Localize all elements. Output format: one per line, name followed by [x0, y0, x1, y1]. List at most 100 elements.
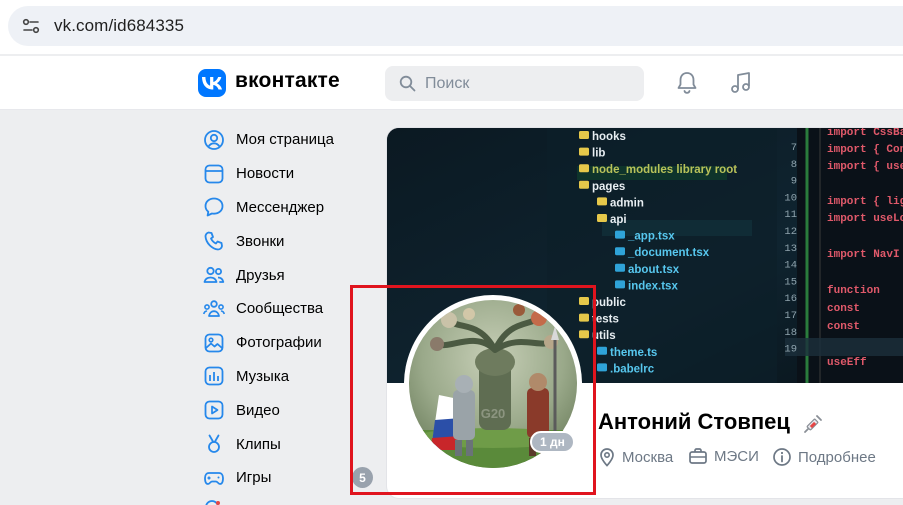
clips-icon: [208, 434, 220, 453]
cover-code-line: tests: [592, 314, 619, 326]
file-icon: [615, 263, 625, 272]
cover-code-line: theme.ts: [610, 347, 657, 359]
video-icon: [204, 400, 224, 420]
sidebar-item-clips[interactable]: Клипы: [200, 427, 360, 461]
folder-icon: [597, 214, 607, 222]
sidebar-item-label: Видео: [236, 401, 280, 419]
left-sidebar: Моя страница Новости Мессенджер Звонки Д…: [200, 123, 360, 495]
vk-header: вконтакте: [0, 56, 903, 110]
cover-source-line: function: [827, 285, 880, 297]
file-icon: [615, 230, 625, 239]
cover-code-line: api: [610, 214, 627, 226]
sidebar-item-video[interactable]: Видео: [200, 393, 360, 427]
cover-source-line: const: [827, 303, 860, 315]
phone-icon: [204, 231, 223, 251]
profile-more-button[interactable]: Подробнее: [772, 447, 876, 467]
file-icon: [597, 346, 607, 355]
vk-wordmark[interactable]: вконтакте: [235, 69, 340, 93]
news-icon: [204, 164, 224, 184]
cover-line-number: 19: [784, 344, 797, 356]
sidebar-item-games[interactable]: Игры: [200, 461, 360, 495]
sidebar-item-communities[interactable]: Сообщества: [200, 292, 360, 326]
music-icon: [204, 367, 224, 386]
cover-code-line: pages: [592, 181, 625, 193]
cover-line-number: 8: [791, 159, 797, 171]
syringe-icon[interactable]: [802, 413, 824, 435]
search-box[interactable]: [385, 66, 644, 101]
music-note-icon[interactable]: [728, 70, 754, 96]
sidebar-item-label: Фотографии: [236, 334, 322, 352]
search-icon: [399, 75, 416, 92]
cover-source-line: useEff: [827, 357, 867, 369]
sidebar-item-messenger[interactable]: Мессенджер: [200, 191, 360, 225]
cover-source-line: const: [827, 321, 860, 333]
sidebar-item-label: Звонки: [236, 232, 285, 250]
bell-icon[interactable]: [674, 70, 700, 96]
cover-code-line: node_modules library root: [592, 164, 737, 176]
cover-source-line: import NavI: [827, 249, 900, 261]
cover-code-line: .babelrc: [610, 363, 655, 375]
sidebar-item-label: Моя страница: [236, 131, 334, 149]
file-icon: [615, 247, 625, 256]
cover-source-line: import useLo: [827, 213, 903, 225]
cover-code-line: _app.tsx: [627, 231, 675, 243]
highlight-annotation-box: [350, 285, 596, 495]
cover-line-number: 18: [784, 327, 797, 339]
cover-source-line: import CssBase: [827, 128, 903, 139]
cover-line-number: 16: [784, 293, 797, 305]
sidebar-item-photos[interactable]: Фотографии: [200, 326, 360, 360]
user-circle-icon: [204, 129, 224, 150]
location-pin-icon: [600, 448, 614, 467]
info-icon: [773, 448, 791, 466]
sidebar-item-friends[interactable]: Друзья: [200, 258, 360, 292]
browser-address-bar: vk.com/id684335: [0, 0, 903, 54]
city-label: Москва: [622, 448, 674, 466]
cover-source-line: import { lig: [827, 196, 903, 208]
cover-line-number: 10: [784, 192, 797, 204]
folder-icon: [579, 164, 589, 173]
more-label: Подробнее: [798, 448, 876, 466]
vk-logo-icon[interactable]: [198, 69, 226, 97]
cover-code-line: about.tsx: [628, 264, 680, 276]
cover-code-line: _document.tsx: [627, 247, 710, 259]
cover-code-line: lib: [592, 148, 605, 160]
file-icon: [597, 363, 607, 372]
cover-source-line: import { useA: [827, 161, 903, 173]
cover-line-number: 12: [784, 226, 797, 238]
cover-code-line: hooks: [592, 131, 626, 143]
folder-icon: [597, 197, 607, 206]
communities-icon: [203, 300, 225, 317]
education-label: МЭСИ: [714, 447, 759, 465]
sidebar-item-label: Друзья: [236, 266, 285, 284]
sidebar-item-music[interactable]: Музыка: [200, 360, 360, 394]
sidebar-item-my-page[interactable]: Моя страница: [200, 123, 360, 157]
search-input[interactable]: [425, 66, 635, 101]
folder-icon: [579, 147, 589, 156]
profile-city[interactable]: Москва: [598, 447, 673, 467]
profile-education[interactable]: МЭСИ: [688, 447, 759, 465]
cover-line-number: 15: [784, 276, 797, 288]
sidebar-item-label: Мессенджер: [236, 198, 325, 216]
message-icon: [204, 198, 224, 217]
site-settings-icon[interactable]: [22, 17, 40, 35]
sidebar-item-calls[interactable]: Звонки: [200, 224, 360, 258]
sidebar-next-item-icon: [205, 500, 220, 505]
sidebar-item-news[interactable]: Новости: [200, 157, 360, 191]
folder-icon: [579, 180, 589, 189]
url-field[interactable]: vk.com/id684335: [8, 6, 903, 46]
cover-line-number: 11: [784, 209, 797, 221]
cover-code-line: public: [592, 297, 626, 309]
sidebar-item-label: Игры: [236, 469, 272, 487]
cover-line-number: 7: [791, 142, 797, 154]
photo-icon: [204, 333, 224, 353]
cover-code-line: admin: [610, 197, 644, 209]
cover-line-number: 13: [784, 243, 797, 255]
url-text[interactable]: vk.com/id684335: [54, 16, 184, 36]
cover-source-line: import { Conte: [827, 144, 903, 156]
cover-line-number: 9: [791, 176, 797, 188]
sidebar-item-label: Сообщества: [236, 300, 324, 318]
folder-icon: [579, 131, 589, 139]
sidebar-item-label: Музыка: [236, 367, 290, 385]
briefcase-icon: [689, 448, 707, 464]
sidebar-item-label: Новости: [236, 165, 295, 183]
